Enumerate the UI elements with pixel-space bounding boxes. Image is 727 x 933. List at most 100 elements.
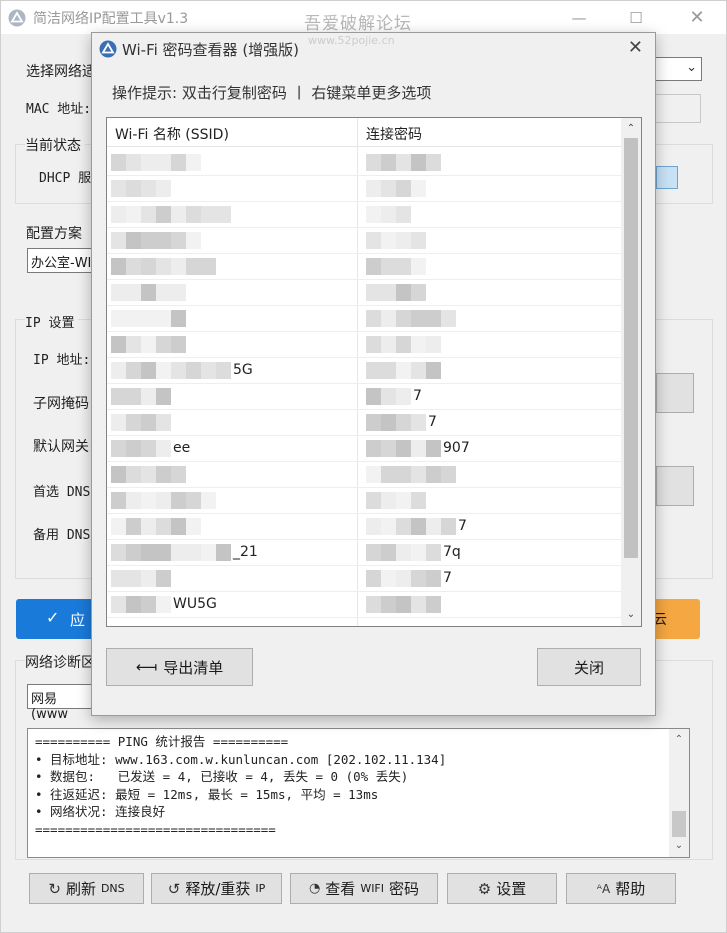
chevron-up-icon[interactable]: ⌃ xyxy=(621,120,641,138)
password-text: 907 xyxy=(443,440,470,456)
diag-target-select[interactable]: 网易 (www xyxy=(27,684,97,722)
view-wifi-password-button[interactable]: ◔ 查看 WIFI 密码 xyxy=(290,873,438,904)
ip-address-label: IP 地址: xyxy=(33,353,91,368)
adapter-label: 选择网络适 xyxy=(26,64,96,80)
font-help-icon: ᴬA xyxy=(596,881,611,896)
masked-text xyxy=(366,492,426,509)
masked-text xyxy=(366,466,456,483)
masked-text xyxy=(111,492,216,509)
masked-text xyxy=(366,206,411,223)
masked-text xyxy=(366,336,441,353)
scheme-label: 配置方案 xyxy=(26,226,82,242)
dialog-logo-icon xyxy=(99,40,117,58)
ip-settings-label: IP 设置 xyxy=(25,312,79,331)
masked-text xyxy=(111,544,231,561)
status-indicator xyxy=(656,166,678,189)
check-icon: ✓ xyxy=(46,608,60,627)
close-dialog-button[interactable]: 关闭 xyxy=(537,648,641,686)
wifi-row[interactable] xyxy=(107,488,622,514)
wifi-row[interactable]: _21 7q xyxy=(107,540,622,566)
maximize-button[interactable]: ☐ xyxy=(613,1,659,34)
wifi-password-dialog: Wi-Fi 密码查看器 (增强版) ✕ 操作提示: 双击行复制密码 丨 右键菜单… xyxy=(91,32,656,716)
scheme-select[interactable]: 办公室-WI xyxy=(27,248,97,273)
chevron-down-icon: ⌄ xyxy=(686,60,697,75)
masked-text xyxy=(366,596,441,613)
mac-label: MAC 地址: xyxy=(26,102,92,117)
chevron-down-icon[interactable]: ⌄ xyxy=(621,606,641,624)
ssid-text: _21 xyxy=(233,544,258,560)
wifi-row[interactable] xyxy=(107,176,622,202)
password-text: 7 xyxy=(428,414,437,430)
arrow-left-icon: ⟻ xyxy=(135,658,158,676)
wifi-row[interactable] xyxy=(107,202,622,228)
watermark-url: www.52pojie.cn xyxy=(308,34,395,47)
wifi-row[interactable] xyxy=(107,280,622,306)
masked-text xyxy=(366,544,441,561)
wifi-row[interactable]: 5G xyxy=(107,358,622,384)
password-text: 7 xyxy=(443,570,452,586)
wifi-row[interactable] xyxy=(107,306,622,332)
masked-text xyxy=(111,310,186,327)
subnet-label: 子网掩码 xyxy=(33,396,89,412)
chevron-down-icon[interactable]: ⌄ xyxy=(669,837,689,855)
masked-text xyxy=(111,362,231,379)
wifi-row[interactable]: 7 xyxy=(107,384,622,410)
wifi-row[interactable] xyxy=(107,332,622,358)
wifi-row[interactable] xyxy=(107,462,622,488)
masked-text xyxy=(366,258,426,275)
settings-button[interactable]: ⚙ 设置 xyxy=(447,873,557,904)
ping-output-console[interactable]: ========== PING 统计报告 ========== • 目标地址: … xyxy=(27,728,690,858)
help-button[interactable]: ᴬA 帮助 xyxy=(566,873,676,904)
masked-text xyxy=(366,388,411,405)
release-renew-button[interactable]: ↺ 释放/重获 IP xyxy=(151,873,282,904)
masked-text xyxy=(366,180,426,197)
console-scroll-thumb[interactable] xyxy=(672,811,686,837)
masked-text xyxy=(111,596,171,613)
diag-target-value: 网易 (www xyxy=(31,692,68,722)
wifi-row[interactable]: ee 907 xyxy=(107,436,622,462)
masked-text xyxy=(111,284,186,301)
wifi-row[interactable]: 7 xyxy=(107,514,622,540)
ping-output-text: ========== PING 统计报告 ========== • 目标地址: … xyxy=(35,734,447,837)
masked-text xyxy=(111,154,201,171)
close-window-button[interactable]: ✕ xyxy=(674,1,720,34)
masked-text xyxy=(366,414,426,431)
minimize-button[interactable]: — xyxy=(556,1,602,34)
wifi-row[interactable]: 7 xyxy=(107,410,622,436)
ssid-text: WU5G xyxy=(173,596,217,612)
dialog-title: Wi-Fi 密码查看器 (增强版) xyxy=(122,41,300,59)
wifi-row[interactable] xyxy=(107,150,622,176)
refresh-dns-button[interactable]: ↻ 刷新 DNS xyxy=(29,873,144,904)
refresh-icon: ↻ xyxy=(48,879,61,898)
dns1-label: 首选 DNS xyxy=(33,485,91,500)
chevron-up-icon[interactable]: ⌃ xyxy=(669,731,689,749)
password-text: 7 xyxy=(413,388,422,404)
dhcp-label: DHCP 服 xyxy=(39,171,92,186)
wifi-list[interactable]: Wi-Fi 名称 (SSID) 连接密码 5G 7 7 ee 907 7 _21 7q 7 WU5… xyxy=(106,117,642,627)
masked-text xyxy=(111,336,186,353)
wifi-row[interactable]: WU5G xyxy=(107,592,622,618)
masked-text xyxy=(111,518,201,535)
dns-side-button[interactable] xyxy=(656,466,694,506)
ssid-text: 5G xyxy=(233,362,253,378)
masked-text xyxy=(111,414,171,431)
masked-text xyxy=(111,388,171,405)
masked-text xyxy=(111,206,231,223)
main-titlebar: 简洁网络IP配置工具v1.3 吾爱破解论坛 — ☐ ✕ xyxy=(1,1,726,34)
wifi-row[interactable] xyxy=(107,254,622,280)
masked-text xyxy=(366,154,441,171)
export-list-button[interactable]: ⟻ 导出清单 xyxy=(106,648,253,686)
watermark-text: 吾爱破解论坛 xyxy=(304,14,412,34)
wifi-row[interactable]: 7 xyxy=(107,566,622,592)
dialog-close-icon[interactable]: ✕ xyxy=(628,37,643,58)
wifi-list-scrollbar[interactable]: ⌃ ⌄ xyxy=(621,118,641,626)
column-password[interactable]: 连接密码 xyxy=(366,124,422,144)
dns2-label: 备用 DNS xyxy=(33,528,91,543)
column-ssid[interactable]: Wi-Fi 名称 (SSID) xyxy=(115,124,229,144)
console-scrollbar[interactable]: ⌃ ⌄ xyxy=(669,729,689,857)
ip-side-button[interactable] xyxy=(656,373,694,413)
adapter-select[interactable]: ⌄ xyxy=(651,57,702,81)
wifi-list-scroll-thumb[interactable] xyxy=(624,138,638,558)
status-label: 当前状态 xyxy=(25,135,85,155)
wifi-row[interactable] xyxy=(107,228,622,254)
